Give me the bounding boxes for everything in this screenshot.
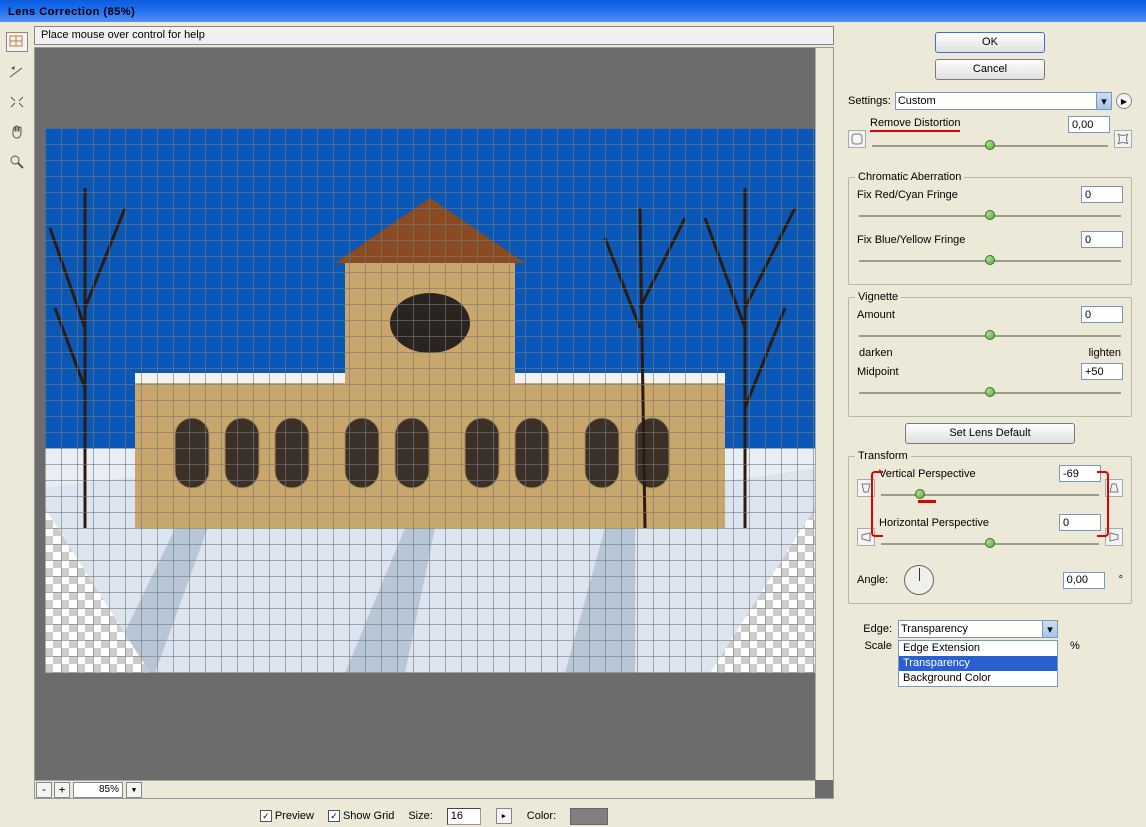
vertical-perspective-input[interactable] (1059, 465, 1101, 482)
red-cyan-input[interactable] (1081, 186, 1123, 203)
remove-distortion-slider[interactable] (872, 137, 1108, 155)
distortion-pincushion-icon[interactable] (1114, 130, 1132, 148)
vertical-perspective-label: Vertical Perspective (879, 468, 1059, 480)
chevron-down-icon[interactable]: ▾ (1042, 621, 1057, 637)
horizontal-perspective-slider[interactable] (881, 535, 1099, 553)
horizontal-scrollbar[interactable]: - + ▼ (35, 780, 815, 798)
chevron-down-icon[interactable]: ▾ (1096, 93, 1111, 109)
blue-yellow-slider[interactable] (859, 252, 1121, 270)
zoom-step-down[interactable]: ▼ (126, 782, 142, 798)
cancel-button[interactable]: Cancel (935, 59, 1045, 80)
vignette-midpoint-label: Midpoint (857, 366, 1081, 378)
red-cyan-slider[interactable] (859, 207, 1121, 225)
angle-dial[interactable] (904, 565, 934, 595)
window-title: Lens Correction (85%) (8, 6, 135, 18)
vignette-amount-slider[interactable] (859, 327, 1121, 345)
transform-group: Transform Vertical Perspective Horizonta… (848, 456, 1132, 604)
horizontal-perspective-input[interactable] (1059, 514, 1101, 531)
footer-bar: ✓Preview ✓Show Grid Size: ▶ Color: (34, 799, 834, 827)
zoom-input[interactable] (73, 782, 123, 798)
grid-overlay (45, 128, 815, 673)
grid-size-input[interactable] (447, 808, 481, 825)
move-grid-tool-icon[interactable] (6, 92, 28, 112)
right-panel: OK Cancel Settings: Custom ▾ ▶ Remove Di… (834, 22, 1146, 827)
set-lens-default-button[interactable]: Set Lens Default (905, 423, 1075, 444)
vertical-perspective-slider[interactable] (881, 486, 1099, 504)
vignette-group: Vignette Amount darkenlighten Midpoint (848, 297, 1132, 417)
showgrid-checkbox[interactable]: ✓Show Grid (328, 810, 394, 823)
ok-button[interactable]: OK (935, 32, 1045, 53)
angle-input[interactable] (1063, 572, 1105, 589)
vignette-midpoint-slider[interactable] (859, 384, 1121, 402)
edge-dropdown-list[interactable]: Edge Extension Transparency Background C… (898, 640, 1058, 687)
vignette-amount-input[interactable] (1081, 306, 1123, 323)
angle-unit: ° (1119, 574, 1123, 586)
remove-distortion-tool-icon[interactable] (6, 32, 28, 52)
edge-label: Edge: (848, 623, 892, 635)
blue-yellow-label: Fix Blue/Yellow Fringe (857, 234, 1081, 246)
tool-column (0, 22, 34, 827)
title-bar: Lens Correction (85%) (0, 0, 1146, 22)
red-cyan-label: Fix Red/Cyan Fringe (857, 189, 1081, 201)
scale-label: Scale (848, 640, 892, 652)
vignette-amount-label: Amount (857, 309, 1081, 321)
size-label: Size: (408, 810, 432, 822)
grid-color-swatch[interactable] (570, 808, 608, 825)
remove-distortion-input[interactable] (1068, 116, 1110, 133)
edge-option[interactable]: Edge Extension (899, 641, 1057, 656)
settings-menu-icon[interactable]: ▶ (1116, 93, 1132, 109)
preview-checkbox[interactable]: ✓Preview (260, 810, 314, 823)
chromatic-aberration-group: Chromatic Aberration Fix Red/Cyan Fringe… (848, 177, 1132, 285)
zoom-tool-icon[interactable] (6, 152, 28, 172)
horizontal-perspective-label: Horizontal Perspective (879, 517, 1059, 529)
edge-option[interactable]: Background Color (899, 671, 1057, 686)
scale-unit: % (1070, 640, 1080, 652)
edge-combo[interactable]: Transparency ▾ (898, 620, 1058, 638)
color-label: Color: (527, 810, 556, 822)
zoom-in-button[interactable]: + (54, 782, 70, 798)
image-canvas (45, 128, 815, 673)
size-step[interactable]: ▶ (496, 808, 512, 824)
remove-distortion-label: Remove Distortion (870, 117, 960, 132)
blue-yellow-input[interactable] (1081, 231, 1123, 248)
vertical-scrollbar[interactable] (815, 48, 833, 780)
angle-label: Angle: (857, 574, 888, 586)
zoom-out-button[interactable]: - (36, 782, 52, 798)
settings-combo[interactable]: Custom ▾ (895, 92, 1112, 110)
straighten-tool-icon[interactable] (6, 62, 28, 82)
hand-tool-icon[interactable] (6, 122, 28, 142)
help-bar: Place mouse over control for help (34, 26, 834, 45)
vignette-midpoint-input[interactable] (1081, 363, 1123, 380)
distortion-barrel-icon[interactable] (848, 130, 866, 148)
settings-label: Settings: (848, 95, 891, 107)
preview-area[interactable]: - + ▼ (34, 47, 834, 799)
edge-option[interactable]: Transparency (899, 656, 1057, 671)
